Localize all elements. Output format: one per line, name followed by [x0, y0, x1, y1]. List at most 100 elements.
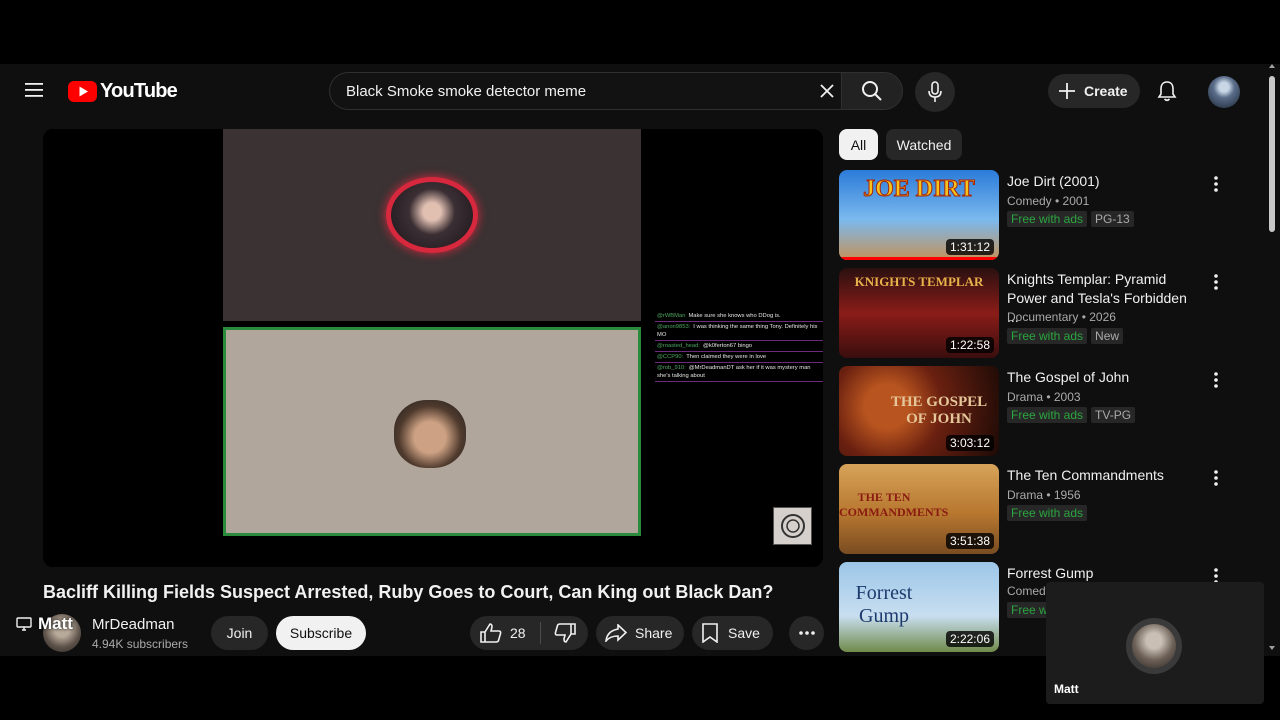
cast-user-label: Matt [38, 614, 73, 633]
create-label: Create [1084, 83, 1128, 99]
chat-user: @anon9853: [657, 324, 691, 330]
recommendation-item[interactable]: KNIGHTS TEMPLAR 1:22:58 Knights Templar:… [839, 268, 1239, 358]
badge-row: Free with ads [1007, 505, 1088, 521]
free-with-ads-badge: Free with ads [1007, 211, 1088, 227]
recommendation-title[interactable]: Forrest Gump [1007, 564, 1197, 583]
badge-row: Free with ads New [1007, 328, 1124, 344]
duration-badge: 1:31:12 [945, 239, 994, 255]
duration-badge: 2:22:06 [945, 631, 994, 647]
action-menu-button[interactable] [1207, 172, 1225, 196]
chip-all[interactable]: All [839, 129, 878, 160]
recommendation-meta: Documentary • 2026 [1007, 310, 1116, 324]
duration-badge: 3:03:12 [945, 435, 994, 451]
youtube-app: YouTube Create @rWBManMake [0, 64, 1280, 656]
menu-button[interactable] [14, 70, 54, 110]
watched-progress-bar [839, 257, 999, 260]
scrollbar-thumb[interactable] [1269, 76, 1275, 232]
page-scrollbar[interactable] [1266, 64, 1280, 656]
badge-row: Free w [1007, 602, 1052, 618]
thumbnail-title: THE GOSPEL OF JOHN [890, 394, 988, 427]
free-with-ads-badge: Free w [1007, 602, 1052, 618]
share-icon [605, 624, 627, 642]
close-icon [820, 84, 834, 98]
badge-row: Free with ads PG-13 [1007, 211, 1134, 227]
more-horizontal-icon [798, 631, 815, 635]
recommendation-meta: Comedy • 2001 [1007, 194, 1090, 208]
free-with-ads-badge: Free with ads [1007, 328, 1088, 344]
action-menu-button[interactable] [1207, 368, 1225, 392]
thumbs-up-icon [480, 623, 502, 643]
thumbnail-title: THE TEN COMMANDMENTS [839, 490, 949, 519]
scroll-up-arrow-icon[interactable] [1269, 64, 1275, 68]
guest-face [394, 400, 466, 468]
host-avatar-ring [386, 177, 478, 253]
search-box [329, 72, 841, 110]
thumbnail[interactable]: Forrest Gump 2:22:06 [839, 562, 999, 652]
logo-text: YouTube [100, 79, 178, 102]
recommendation-item[interactable]: THE TEN COMMANDMENTS 3:51:38 The Ten Com… [839, 464, 1239, 554]
create-button[interactable]: Create [1048, 74, 1140, 108]
masthead: YouTube Create [0, 64, 1266, 120]
chat-line: @anon9853: I was thinking the same thing … [655, 322, 823, 341]
thumbnail[interactable]: THE GOSPEL OF JOHN 3:03:12 [839, 366, 999, 456]
new-badge: New [1091, 328, 1124, 344]
youtube-logo-icon [68, 80, 97, 102]
recommendation-item[interactable]: JOE DIRT 1:31:12 Joe Dirt (2001) Comedy … [839, 170, 1239, 260]
share-button[interactable]: Share [596, 616, 684, 650]
recommendation-title[interactable]: The Gospel of John [1007, 368, 1197, 387]
video-player[interactable]: @rWBMan Make sure she knows who DDog is. … [43, 129, 823, 567]
mic-icon [928, 81, 942, 102]
recommendation-item[interactable]: THE GOSPEL OF JOHN 3:03:12 The Gospel of… [839, 366, 1239, 456]
notifications-button[interactable] [1147, 71, 1187, 111]
thumbs-down-icon [554, 623, 576, 643]
subscribe-button[interactable]: Subscribe [276, 616, 366, 650]
channel-name[interactable]: MrDeadman [92, 616, 175, 633]
search-input[interactable] [346, 73, 806, 109]
webcam-bottom [223, 327, 641, 536]
save-button[interactable]: Save [692, 616, 773, 650]
youtube-logo[interactable]: YouTube [68, 79, 178, 103]
scroll-down-arrow-icon[interactable] [1269, 646, 1275, 650]
thumbnail-title: JOE DIRT [863, 176, 976, 203]
recommendation-meta: Comedy [1007, 584, 1052, 598]
plus-icon [1059, 83, 1075, 99]
menu-icon [25, 83, 43, 97]
like-count: 28 [510, 625, 526, 641]
action-menu-button[interactable] [1207, 466, 1225, 490]
chat-user: @roasted_head: [657, 343, 700, 349]
clear-search-button[interactable] [812, 76, 842, 106]
voice-search-button[interactable] [915, 72, 955, 112]
thumbnail[interactable]: THE TEN COMMANDMENTS 3:51:38 [839, 464, 999, 554]
thumbnail[interactable]: KNIGHTS TEMPLAR 1:22:58 [839, 268, 999, 358]
search-icon [862, 81, 882, 101]
chat-user: @rob_910: [657, 365, 686, 371]
duration-badge: 1:22:58 [945, 337, 994, 353]
thumbnail-title: Forrest Gump [855, 582, 913, 627]
more-vertical-icon [1214, 274, 1218, 290]
dislike-button[interactable] [541, 623, 588, 643]
chat-overlay: @rWBMan Make sure she knows who DDog is. … [655, 311, 823, 382]
channel-watermark[interactable] [773, 507, 812, 545]
thumbnail[interactable]: JOE DIRT 1:31:12 [839, 170, 999, 260]
search-button[interactable] [841, 72, 903, 110]
watermark-logo-icon [780, 514, 805, 538]
recommendation-title[interactable]: The Ten Commandments [1007, 466, 1197, 485]
join-button[interactable]: Join [211, 616, 268, 650]
recommendation-meta: Drama • 1956 [1007, 488, 1081, 502]
badge-row: Free with ads TV-PG [1007, 407, 1136, 423]
participant-avatar [1126, 618, 1182, 674]
save-label: Save [728, 625, 760, 641]
action-menu-button[interactable] [1207, 270, 1225, 294]
account-avatar[interactable] [1208, 76, 1240, 108]
chip-watched[interactable]: Watched [886, 129, 962, 160]
recommendation-title[interactable]: Joe Dirt (2001) [1007, 172, 1197, 191]
recommendation-meta: Drama • 2003 [1007, 390, 1081, 404]
like-button[interactable]: 28 [470, 623, 540, 643]
chat-line: @rWBMan Make sure she knows who DDog is. [655, 311, 823, 322]
cast-icon [16, 617, 32, 631]
more-actions-button[interactable] [789, 616, 824, 650]
chat-text: Then claimed they were in love [686, 354, 767, 360]
floating-participant-tile[interactable]: Matt [1046, 582, 1264, 704]
free-with-ads-badge: Free with ads [1007, 505, 1088, 521]
duration-badge: 3:51:38 [945, 533, 994, 549]
